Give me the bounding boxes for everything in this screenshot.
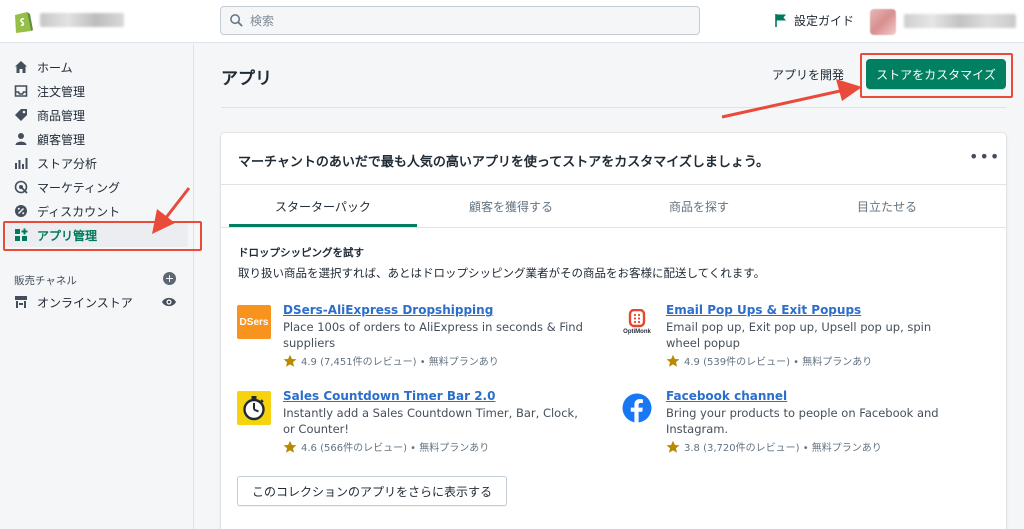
app-rating: 4.9 (7,451件のレビュー) • 無料プランあり (283, 353, 499, 368)
shopify-logo-icon[interactable] (12, 9, 34, 34)
flag-icon (775, 14, 786, 27)
eye-icon[interactable] (161, 296, 177, 308)
optimonk-app-icon[interactable]: OptiMonk (620, 305, 654, 339)
sidebar-item-discounts[interactable]: ディスカウント (6, 199, 188, 223)
app-name-link[interactable]: Sales Countdown Timer Bar 2.0 (283, 389, 495, 403)
tab-find-products[interactable]: 商品を探す (605, 185, 793, 227)
customer-icon (14, 132, 28, 146)
app-description: Email pop up, Exit pop up, Upsell pop up… (666, 320, 932, 350)
app-rating: 4.6 (566件のレビュー) • 無料プランあり (283, 439, 489, 454)
app-rating: 4.9 (539件のレビュー) • 無料プランあり (666, 353, 872, 368)
app-rating: 3.8 (3,720件のレビュー) • 無料プランあり (666, 439, 882, 454)
sidebar-item-label: オンラインストア (37, 295, 133, 310)
sidebar-item-orders[interactable]: 注文管理 (6, 79, 188, 103)
facebook-app-icon[interactable] (620, 391, 654, 425)
optimonk-logo-icon (628, 309, 646, 328)
tab-get-customers[interactable]: 顧客を獲得する (417, 185, 605, 227)
app-description: Instantly add a Sales Countdown Timer, B… (283, 406, 578, 436)
setup-guide-link[interactable]: 設定ガイド (774, 12, 854, 29)
sales-channels-title: 販売チャネル (14, 275, 77, 287)
apps-collection-card: マーチャントのあいだで最も人気の高いアプリを使ってストアをカスタマイズしましょう… (221, 133, 1006, 529)
analytics-icon (14, 156, 28, 170)
sidebar-item-analytics[interactable]: ストア分析 (6, 151, 188, 175)
collection-description: 取り扱い商品を選択すれば、あとはドロップシッピング業者がその商品をお客様に配送し… (238, 266, 766, 280)
collection-title: ドロップシッピングを試す (238, 247, 364, 259)
sidebar-item-customers[interactable]: 顧客管理 (6, 127, 188, 151)
facebook-logo-icon (622, 393, 652, 423)
sidebar-item-products[interactable]: 商品管理 (6, 103, 188, 127)
add-channel-plus-icon[interactable]: + (163, 272, 176, 285)
app-description: Place 100s of orders to AliExpress in se… (283, 320, 583, 350)
search-bar[interactable] (220, 6, 700, 35)
store-name-blurred[interactable] (40, 13, 124, 27)
discount-icon (14, 204, 28, 218)
tag-icon (14, 108, 28, 122)
sidebar-item-label: ホーム (37, 60, 73, 75)
sidebar-item-label: マーケティング (37, 180, 121, 195)
sidebar-item-label: ディスカウント (37, 204, 121, 219)
divider (221, 107, 1006, 108)
top-bar: 設定ガイド (0, 0, 1024, 43)
annotation-box-customize (860, 53, 1013, 98)
show-more-apps-button[interactable]: このコレクションのアプリをさらに表示する (237, 476, 508, 506)
setup-guide-label: 設定ガイド (794, 14, 855, 28)
sidebar: ホーム 注文管理 商品管理 顧客管理 ストア分析 マーケティング ディスカウント… (0, 44, 194, 529)
dsers-app-icon[interactable]: DSers (237, 305, 271, 339)
tab-stand-out[interactable]: 目立たせる (793, 185, 981, 227)
user-name-blurred[interactable] (904, 14, 1016, 28)
annotation-box-apps-nav (3, 221, 202, 251)
marketing-icon (14, 180, 28, 194)
stopwatch-icon (243, 396, 265, 421)
app-name-link[interactable]: DSers-AliExpress Dropshipping (283, 303, 493, 317)
arrow-to-customize-button (721, 79, 862, 119)
sidebar-item-label: ストア分析 (37, 156, 98, 171)
search-icon (230, 14, 243, 27)
search-input[interactable] (250, 13, 670, 28)
sidebar-item-marketing[interactable]: マーケティング (6, 175, 188, 199)
app-name-link[interactable]: Email Pop Ups & Exit Popups (666, 303, 861, 317)
app-description: Bring your products to people on Faceboo… (666, 406, 939, 436)
more-actions-icon[interactable]: ••• (969, 147, 1000, 166)
page-title: アプリ (221, 69, 272, 89)
app-name-link[interactable]: Facebook channel (666, 389, 787, 403)
develop-apps-link[interactable]: アプリを開発 (772, 66, 844, 83)
collection-tabs: スターターパック 顧客を獲得する 商品を探す 目立たせる (229, 185, 999, 227)
sidebar-item-home[interactable]: ホーム (6, 55, 188, 79)
card-title: マーチャントのあいだで最も人気の高いアプリを使ってストアをカスタマイズしましょう… (238, 155, 770, 170)
countdown-timer-app-icon[interactable] (237, 391, 271, 425)
sidebar-item-label: 商品管理 (37, 108, 86, 123)
star-icon (666, 354, 680, 367)
avatar[interactable] (870, 9, 896, 35)
star-icon (283, 440, 297, 453)
tab-starter-pack[interactable]: スターターパック (229, 185, 417, 227)
star-icon (283, 354, 297, 367)
sidebar-item-label: 注文管理 (37, 84, 86, 99)
store-icon (14, 295, 28, 309)
home-icon (14, 60, 28, 74)
divider (221, 227, 1006, 228)
star-icon (666, 440, 680, 453)
sidebar-item-label: 顧客管理 (37, 132, 86, 147)
orders-icon (14, 84, 28, 98)
